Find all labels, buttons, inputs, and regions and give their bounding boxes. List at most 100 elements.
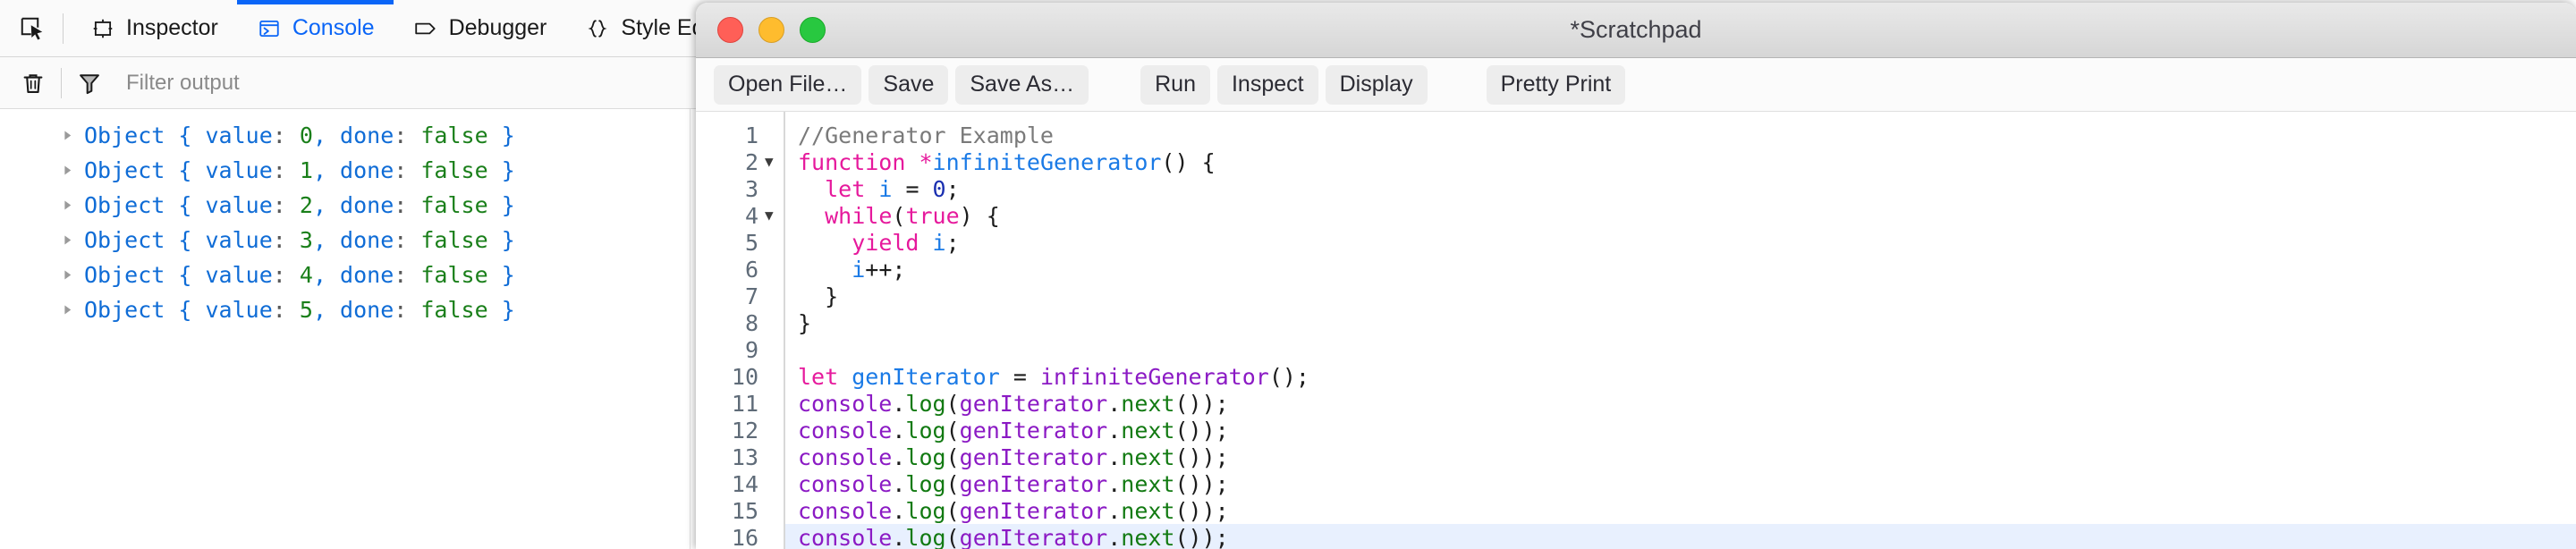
code-token-plain: ());	[1174, 524, 1229, 549]
disclosure-triangle-icon[interactable]	[55, 229, 79, 252]
line-number: 5	[744, 229, 758, 256]
element-picker-button[interactable]	[9, 5, 55, 52]
toolbar-divider	[63, 13, 64, 44]
disclosure-triangle-icon[interactable]	[55, 159, 79, 182]
code-content[interactable]: //Generator Example function * infiniteGen…	[785, 112, 2576, 549]
disclosure-triangle-icon[interactable]	[55, 299, 79, 322]
code-token-plain: =	[999, 363, 1040, 390]
run-button[interactable]: Run	[1140, 64, 1210, 105]
minimize-button[interactable]	[758, 17, 784, 43]
style-editor-icon	[584, 15, 611, 42]
tab-console[interactable]: Console	[236, 0, 394, 56]
code-token-plain: (	[945, 470, 960, 497]
open-file-button[interactable]: Open File…	[714, 64, 862, 105]
prop-key-value: value	[205, 262, 273, 288]
brace-open: {	[178, 262, 192, 288]
code-line[interactable]: let genIterator = infiniteGenerator ();	[785, 363, 2576, 390]
prop-val-done: false	[420, 122, 488, 148]
code-token-plain: (	[945, 524, 960, 549]
code-line[interactable]: //Generator Example	[785, 122, 2576, 148]
prop-key-done: done	[340, 122, 394, 148]
code-token-kw: yield	[852, 229, 919, 256]
code-token-meth: log	[905, 470, 946, 497]
code-token-kw: while	[825, 202, 893, 229]
code-token-plain: .	[892, 470, 906, 497]
code-line[interactable]: console. log(genIterator. next ());	[785, 443, 2576, 470]
code-line[interactable]: function * infiniteGenerator() {	[785, 148, 2576, 175]
line-number: 6	[744, 256, 758, 283]
code-line[interactable]: }	[785, 309, 2576, 336]
disclosure-triangle-icon[interactable]	[55, 124, 79, 148]
code-token-comment: //Generator Example	[798, 122, 1054, 148]
clear-console-button[interactable]	[13, 63, 54, 104]
line-number: 11	[731, 390, 758, 417]
prop-val-value: 4	[299, 262, 313, 288]
code-token-plain: .	[1107, 390, 1122, 417]
pretty-print-button[interactable]: Pretty Print	[1486, 64, 1626, 105]
code-token-plain: .	[1107, 497, 1122, 524]
line-number: 10	[731, 363, 758, 390]
code-line[interactable]: console. log(genIterator. next ());	[785, 390, 2576, 417]
window-title: *Scratchpad	[1570, 16, 1702, 43]
inspect-button[interactable]: Inspect	[1216, 64, 1318, 105]
display-button[interactable]: Display	[1325, 64, 1428, 105]
line-number: 14	[731, 470, 758, 497]
object-label: Object	[84, 297, 165, 323]
fold-arrow-icon[interactable]: ▼	[765, 155, 777, 169]
save-as-button[interactable]: Save As…	[955, 64, 1089, 105]
gutter-line: 12▼	[696, 417, 784, 443]
zoom-button[interactable]	[800, 17, 826, 43]
code-token-plain: (	[945, 497, 960, 524]
code-token-plain: ());	[1174, 497, 1229, 524]
filter-input[interactable]	[126, 64, 627, 101]
gutter-line: 10▼	[696, 363, 784, 390]
filter-button[interactable]	[69, 63, 110, 104]
code-token-meth: log	[905, 524, 946, 549]
brace-close: }	[501, 192, 515, 218]
gutter-line: 8▼	[696, 309, 784, 336]
code-token-plain: (	[945, 417, 960, 443]
code-token-call: console	[798, 524, 893, 549]
code-line[interactable]: yield i;	[785, 229, 2576, 256]
prop-val-value: 2	[299, 192, 313, 218]
code-token-call: genIterator	[959, 497, 1108, 524]
disclosure-triangle-icon[interactable]	[55, 194, 79, 217]
gutter-line: 13▼	[696, 443, 784, 470]
prop-val-done: false	[420, 297, 488, 323]
save-button[interactable]: Save	[869, 64, 949, 105]
code-line[interactable]	[785, 336, 2576, 363]
code-token-kw: let	[825, 175, 866, 202]
code-token-meth: log	[905, 443, 946, 470]
code-token-call: genIterator	[959, 390, 1108, 417]
code-line[interactable]: console. log(genIterator. next ());	[785, 524, 2576, 549]
prop-val-done: false	[420, 157, 488, 183]
scratchpad-titlebar[interactable]: *Scratchpad	[696, 3, 2576, 58]
tab-inspector[interactable]: Inspector	[71, 0, 237, 56]
brace-open: {	[178, 192, 192, 218]
line-number: 4	[744, 202, 758, 229]
code-line[interactable]: i ++;	[785, 256, 2576, 283]
code-token-num: 0	[932, 175, 946, 202]
code-line[interactable]: console. log(genIterator. next ());	[785, 497, 2576, 524]
code-line[interactable]: let i = 0;	[785, 175, 2576, 202]
code-token-plain: ) {	[959, 202, 1000, 229]
prop-val-done: false	[420, 192, 488, 218]
tab-inspector-label: Inspector	[126, 15, 218, 40]
disclosure-triangle-icon[interactable]	[55, 264, 79, 287]
code-line[interactable]: console. log(genIterator. next ());	[785, 470, 2576, 497]
code-token-plain: }	[798, 309, 812, 336]
brace-close: }	[501, 157, 515, 183]
console-pane-splitter[interactable]	[690, 109, 691, 549]
close-button[interactable]	[717, 17, 743, 43]
code-line[interactable]: while(true) {	[785, 202, 2576, 229]
code-token-meth: next	[1121, 390, 1175, 417]
gutter-line: 14▼	[696, 470, 784, 497]
code-editor[interactable]: 1▼ 2▼ 3▼ 4▼ 5▼ 6▼ 7▼ 8▼ 9▼ 10▼ 11▼ 12▼ 1…	[696, 112, 2576, 549]
fold-arrow-icon[interactable]: ▼	[765, 208, 777, 223]
code-line[interactable]: console. log(genIterator. next ());	[785, 417, 2576, 443]
prop-key-value: value	[205, 192, 273, 218]
tab-debugger[interactable]: Debugger	[394, 0, 566, 56]
code-line[interactable]: }	[785, 283, 2576, 309]
